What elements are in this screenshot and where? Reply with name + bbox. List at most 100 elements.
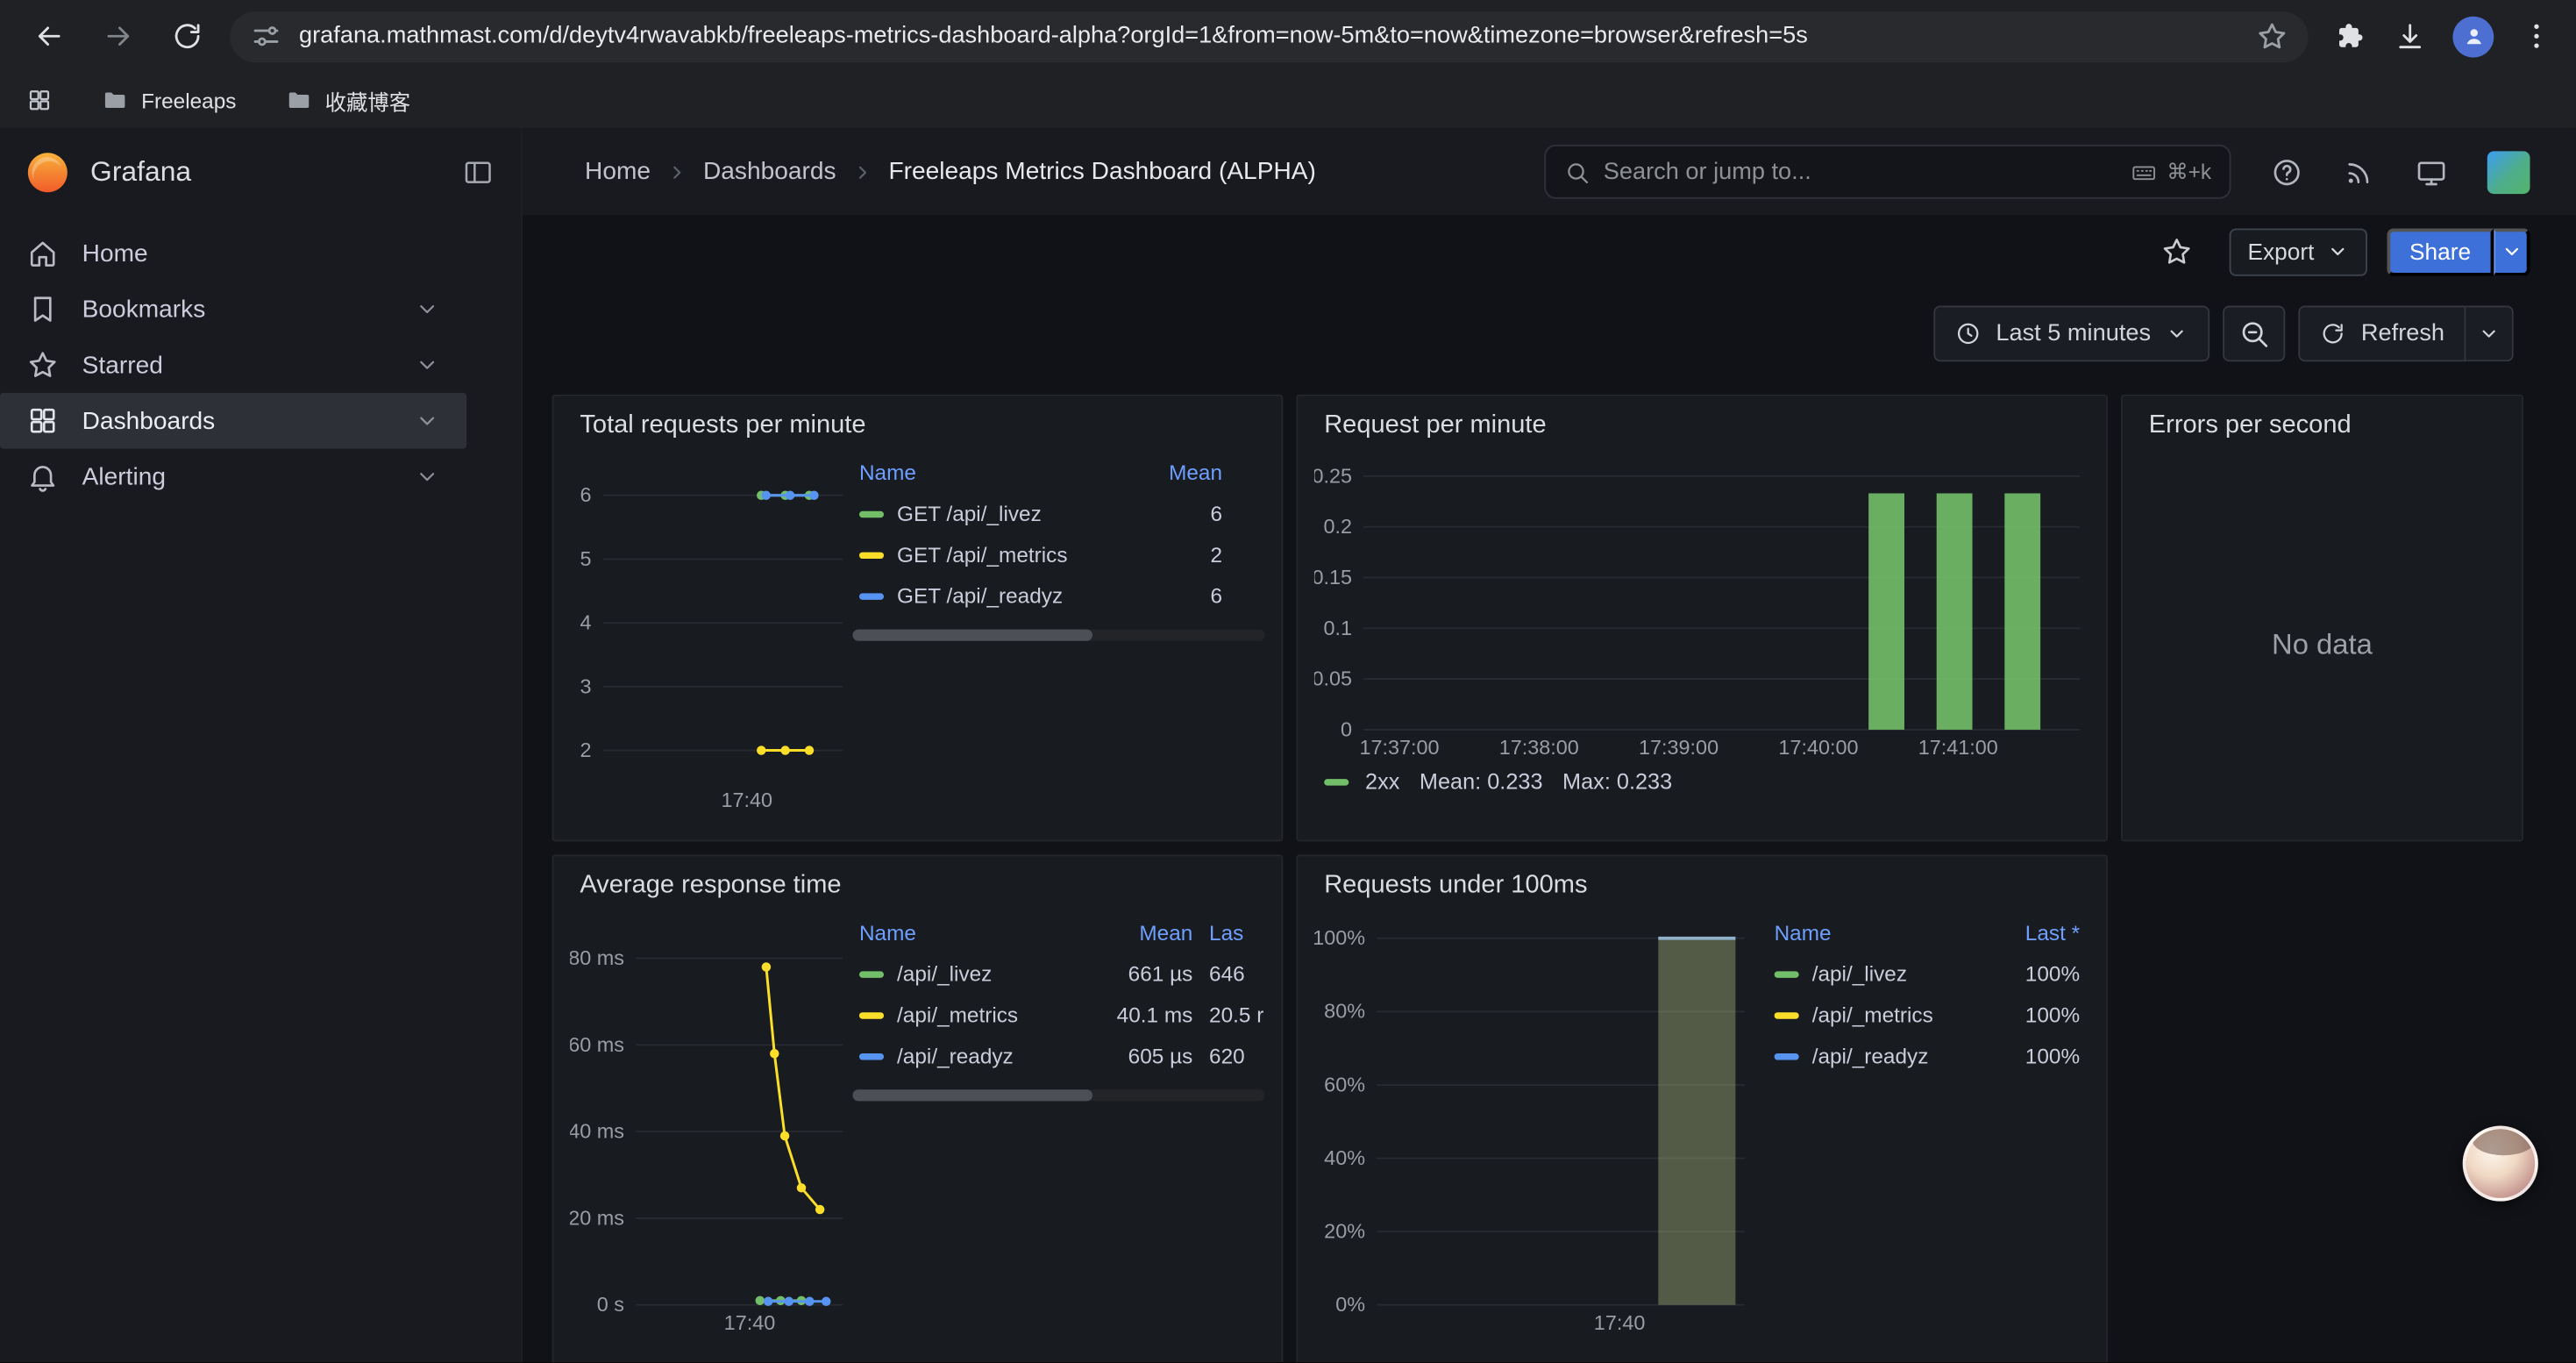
svg-text:0.1: 0.1 xyxy=(1324,617,1353,639)
grafana-logo[interactable] xyxy=(26,150,69,193)
svg-text:0.15: 0.15 xyxy=(1314,566,1352,589)
chevron-down-icon[interactable] xyxy=(414,408,440,434)
chevron-down-icon[interactable] xyxy=(414,296,440,322)
svg-text:2: 2 xyxy=(580,739,592,761)
legend-series-mean: 661 µs xyxy=(1091,961,1192,986)
horizontal-scrollbar[interactable] xyxy=(852,630,1264,641)
browser-profile-avatar[interactable] xyxy=(2452,16,2494,57)
svg-text:5: 5 xyxy=(580,547,592,570)
browser-forward-button[interactable] xyxy=(92,10,145,62)
sidebar-item-alerting[interactable]: Alerting xyxy=(0,449,466,505)
user-avatar[interactable] xyxy=(2487,150,2530,193)
url-input[interactable] xyxy=(299,23,2239,49)
breadcrumb-dashboards[interactable]: Dashboards xyxy=(703,158,836,186)
svg-text:0 s: 0 s xyxy=(597,1293,624,1316)
search-icon xyxy=(1564,159,1590,185)
horizontal-scrollbar[interactable] xyxy=(852,1089,1264,1101)
sidebar-item-label: Home xyxy=(82,239,148,268)
panel-title[interactable]: Errors per second xyxy=(2123,396,2522,451)
svg-text:0: 0 xyxy=(1341,717,1352,740)
time-range-button[interactable]: Last 5 minutes xyxy=(1933,306,2210,362)
svg-text:40%: 40% xyxy=(1324,1146,1365,1169)
legend-series-name[interactable]: GET /api/_livez xyxy=(897,501,1042,525)
scrollbar-thumb[interactable] xyxy=(852,630,1092,641)
browser-menu-icon[interactable] xyxy=(2520,19,2552,52)
legend-header-last[interactable]: Last * xyxy=(1988,919,2080,944)
sidebar-item-dashboards[interactable]: Dashboards xyxy=(0,393,466,449)
export-label: Export xyxy=(2248,239,2315,265)
bookmark-folder-blogs[interactable]: 收藏博客 xyxy=(286,84,410,116)
downloads-icon[interactable] xyxy=(2394,19,2426,52)
sidebar-item-bookmarks[interactable]: Bookmarks xyxy=(0,281,466,337)
chevron-down-icon[interactable] xyxy=(414,463,440,489)
scrollbar-thumb[interactable] xyxy=(852,1089,1092,1101)
legend-series-last: 646 xyxy=(1192,961,1264,986)
svg-text:17:41:00: 17:41:00 xyxy=(1918,736,1998,759)
legend-header-mean[interactable]: Mean xyxy=(1091,919,1192,944)
svg-text:17:38:00: 17:38:00 xyxy=(1499,736,1579,759)
svg-text:17:37:00: 17:37:00 xyxy=(1359,736,1439,759)
address-bar[interactable] xyxy=(230,11,2308,61)
forward-arrow-icon xyxy=(102,19,134,52)
favorite-star-button[interactable] xyxy=(2160,235,2193,268)
legend-row: /api/_readyz 605 µs 620 xyxy=(852,1035,1264,1076)
export-button[interactable]: Export xyxy=(2230,228,2366,275)
keyboard-icon xyxy=(2131,159,2157,185)
news-rss-icon[interactable] xyxy=(2343,155,2375,188)
svg-text:40 ms: 40 ms xyxy=(570,1120,624,1143)
extensions-icon[interactable] xyxy=(2335,19,2367,52)
site-info-icon[interactable] xyxy=(250,19,282,52)
search-box[interactable]: ⌘+k xyxy=(1544,145,2231,199)
legend-series-name[interactable]: /api/_readyz xyxy=(1812,1044,1929,1068)
monitor-icon[interactable] xyxy=(2415,155,2447,188)
bookmarks-bar: Freeleaps 收藏博客 xyxy=(0,72,2576,128)
chart-canvas-total-requests[interactable]: 6543217:40 xyxy=(570,450,852,815)
zoom-out-button[interactable] xyxy=(2224,306,2286,362)
refresh-button[interactable]: Refresh xyxy=(2299,306,2466,362)
panel-legend: Name Mean GET /api/_livez 6 GET /api/_me… xyxy=(852,450,1264,826)
sidebar-toggle-button[interactable] xyxy=(462,155,495,188)
chart-canvas-request-per-minute[interactable]: 0.250.20.150.10.05017:37:0017:38:0017:39… xyxy=(1314,450,2089,762)
sidebar-item-home[interactable]: Home xyxy=(0,225,466,282)
refresh-interval-caret-button[interactable] xyxy=(2466,306,2513,362)
breadcrumb-home[interactable]: Home xyxy=(585,158,651,186)
help-icon[interactable] xyxy=(2270,155,2302,188)
chart-canvas-average-response-time[interactable]: 80 ms60 ms40 ms20 ms0 s17:40 xyxy=(570,910,852,1338)
legend-series-last: 620 xyxy=(1192,1044,1264,1068)
legend-series-name[interactable]: /api/_readyz xyxy=(897,1044,1014,1068)
legend-series-name[interactable]: GET /api/_readyz xyxy=(897,583,1063,608)
legend-series-name[interactable]: /api/_metrics xyxy=(897,1003,1018,1027)
bookmark-star-icon[interactable] xyxy=(2256,19,2288,52)
series-dash-icon xyxy=(859,970,884,976)
panel-title[interactable]: Average response time xyxy=(553,856,1281,910)
dashboard-canvas: Total requests per minute 6543217:40 Nam… xyxy=(523,380,2576,1362)
legend-series-name[interactable]: /api/_livez xyxy=(897,961,992,986)
search-input[interactable] xyxy=(1604,159,2117,185)
apps-grid-icon[interactable] xyxy=(26,87,53,113)
panel-title[interactable]: Total requests per minute xyxy=(553,396,1281,451)
share-menu-caret-button[interactable] xyxy=(2494,228,2530,275)
svg-text:3: 3 xyxy=(580,674,592,697)
legend-series-name[interactable]: /api/_metrics xyxy=(1812,1003,1933,1027)
legend-row: GET /api/_livez 6 xyxy=(852,493,1264,534)
sidebar-item-starred[interactable]: Starred xyxy=(0,337,466,393)
legend-series-name[interactable]: 2xx xyxy=(1365,769,1399,794)
legend-series-name[interactable]: GET /api/_metrics xyxy=(897,542,1067,567)
series-dash-icon xyxy=(859,592,884,598)
sidebar-nav: Home Bookmarks Starred Dashboards xyxy=(0,215,521,504)
browser-back-button[interactable] xyxy=(23,10,75,62)
bookmark-folder-freeleaps[interactable]: Freeleaps xyxy=(102,87,236,113)
share-button[interactable]: Share xyxy=(2387,228,2494,275)
legend-header-mean[interactable]: Mean xyxy=(1130,460,1222,484)
assistant-avatar[interactable] xyxy=(2463,1125,2538,1201)
panel-title[interactable]: Requests under 100ms xyxy=(1298,856,2106,910)
legend-header-last[interactable]: Las xyxy=(1192,919,1264,944)
chevron-down-icon[interactable] xyxy=(414,352,440,378)
panel-title[interactable]: Request per minute xyxy=(1298,396,2106,451)
chart-canvas-requests-under-100ms[interactable]: 100%80%60%40%20%0%17:40 xyxy=(1314,910,1754,1338)
legend-header-name[interactable]: Name xyxy=(859,919,1091,944)
legend-header-name[interactable]: Name xyxy=(1775,919,1989,944)
browser-reload-button[interactable] xyxy=(161,10,214,62)
legend-header-name[interactable]: Name xyxy=(859,460,1130,484)
legend-series-name[interactable]: /api/_livez xyxy=(1812,961,1907,986)
